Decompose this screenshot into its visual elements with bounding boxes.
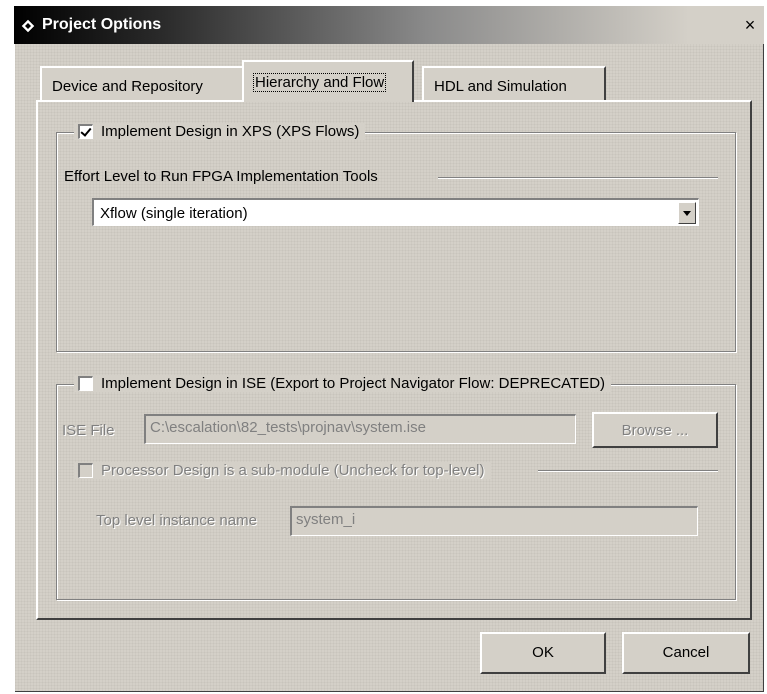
ok-button[interactable]: OK	[480, 632, 606, 674]
tab-hdl-and-simulation[interactable]: HDL and Simulation	[422, 66, 606, 100]
app-icon	[20, 18, 36, 34]
tab-panel-hierarchy-and-flow: Implement Design in XPS (XPS Flows) Effo…	[36, 100, 752, 620]
effort-level-separator	[438, 177, 718, 179]
tab-label: Device and Repository	[52, 78, 203, 95]
top-level-instance-value: system_i	[296, 511, 356, 528]
close-button[interactable]: ×	[740, 14, 760, 36]
top-level-instance-field[interactable]: system_i	[290, 506, 698, 536]
chevron-down-icon[interactable]	[678, 202, 696, 224]
project-options-dialog: Project Options × Device and Repository …	[14, 6, 764, 692]
top-level-instance-label: Top level instance name	[96, 512, 257, 529]
processor-submodule-checkbox[interactable]	[78, 463, 93, 478]
tab-device-and-repository[interactable]: Device and Repository	[40, 66, 244, 100]
ok-label: OK	[532, 644, 554, 661]
ise-file-label: ISE File	[62, 422, 115, 439]
ise-file-field[interactable]: C:\escalation\82_tests\projnav\system.is…	[144, 414, 576, 444]
submodule-legend[interactable]: Processor Design is a sub-module (Unchec…	[74, 462, 491, 479]
title-bar[interactable]: Project Options ×	[14, 6, 764, 44]
tab-hierarchy-and-flow[interactable]: Hierarchy and Flow	[242, 60, 414, 102]
tab-label: Hierarchy and Flow	[252, 73, 387, 92]
submodule-separator	[538, 470, 718, 472]
implement-in-ise-checkbox[interactable]	[78, 376, 93, 391]
ise-flow-legend[interactable]: Implement Design in ISE (Export to Proje…	[74, 375, 612, 392]
effort-level-label: Effort Level to Run FPGA Implementation …	[64, 168, 378, 185]
tab-label: HDL and Simulation	[434, 78, 567, 95]
xps-flow-group	[56, 132, 736, 352]
cancel-label: Cancel	[662, 644, 710, 661]
xps-flow-legend[interactable]: Implement Design in XPS (XPS Flows)	[74, 123, 366, 140]
cancel-button[interactable]: Cancel	[622, 632, 750, 674]
browse-button[interactable]: Browse ...	[592, 412, 718, 448]
effort-level-select[interactable]: Xflow (single iteration)	[92, 198, 699, 226]
effort-level-value: Xflow (single iteration)	[100, 205, 248, 222]
implement-in-xps-checkbox[interactable]	[78, 124, 93, 139]
window-title: Project Options	[42, 16, 162, 33]
close-icon: ×	[744, 15, 756, 35]
implement-in-ise-label: Implement Design in ISE (Export to Proje…	[101, 375, 606, 392]
processor-submodule-label: Processor Design is a sub-module (Unchec…	[101, 462, 485, 479]
ise-file-value: C:\escalation\82_tests\projnav\system.is…	[150, 419, 426, 436]
implement-in-xps-label: Implement Design in XPS (XPS Flows)	[101, 123, 360, 140]
browse-label: Browse ...	[621, 422, 689, 439]
